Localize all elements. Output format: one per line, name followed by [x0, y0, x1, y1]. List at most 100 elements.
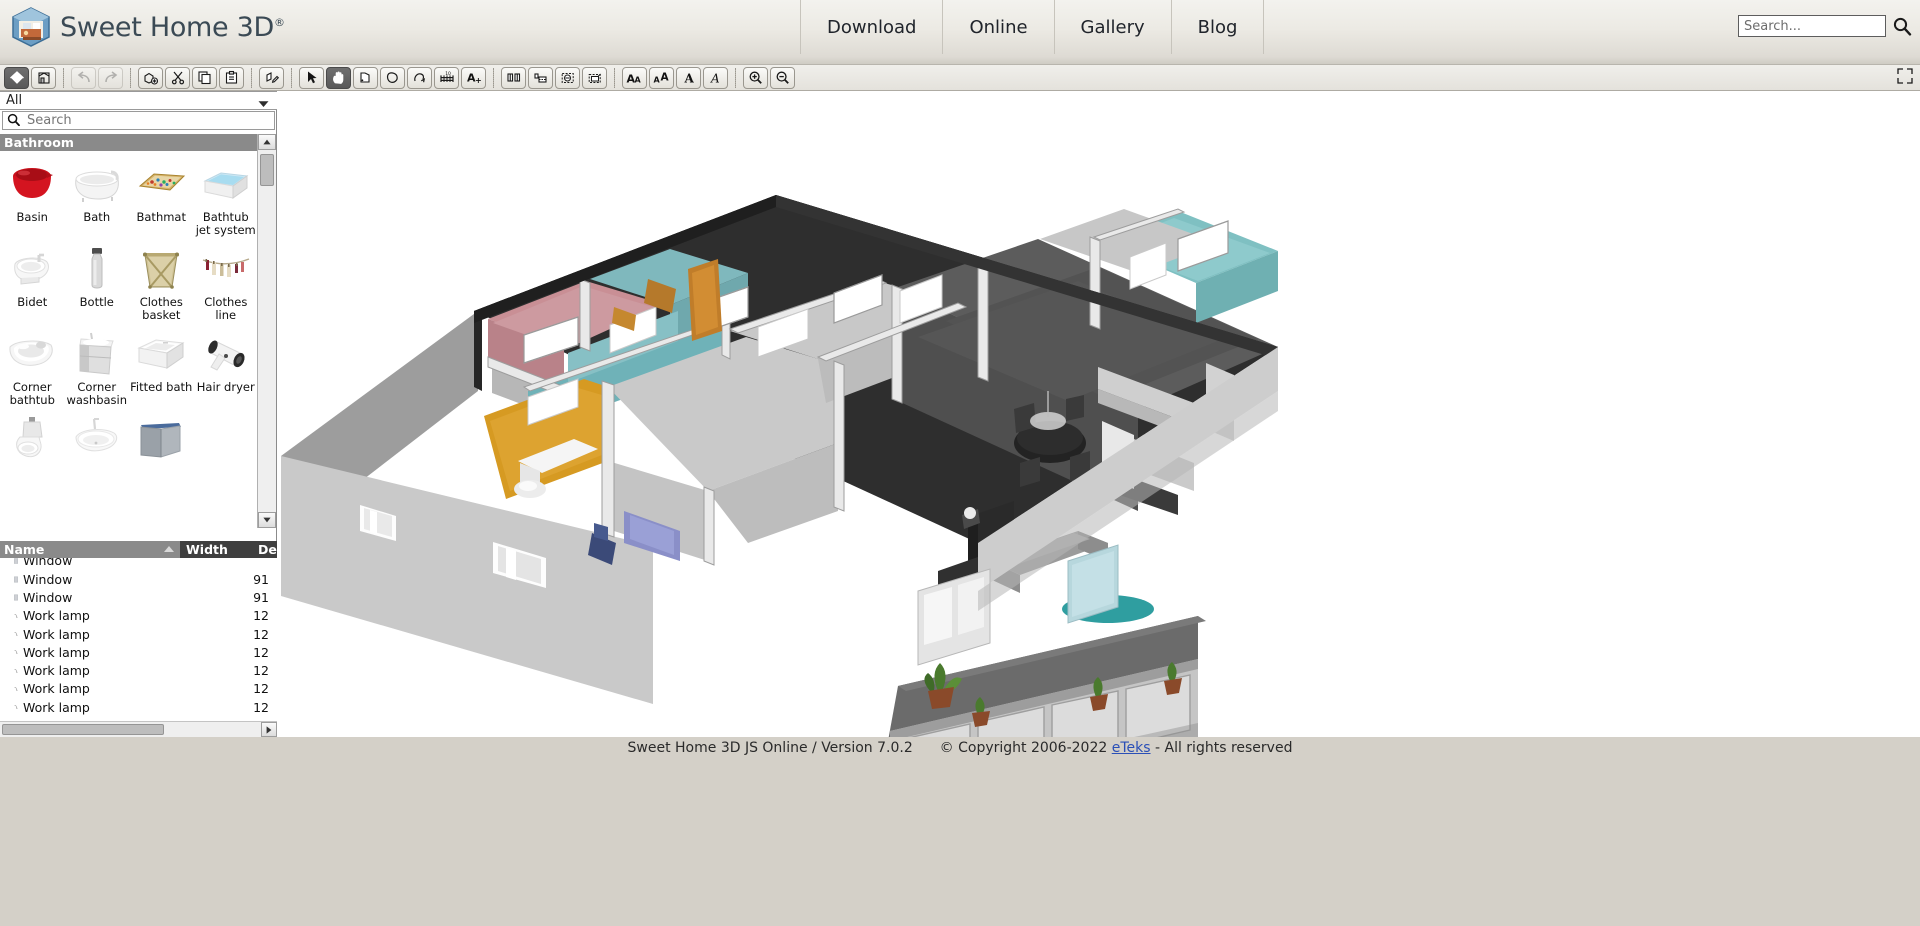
library-scroll-thumb[interactable] [260, 154, 274, 186]
aerial-view-button[interactable] [31, 67, 56, 89]
distribute-objects-button[interactable] [528, 67, 553, 89]
add-furniture-button[interactable] [138, 67, 163, 89]
create-dimensions-button[interactable]: 10 [434, 67, 459, 89]
nav-download[interactable]: Download [800, 0, 943, 54]
scroll-up-arrow-icon[interactable] [258, 134, 276, 150]
redo-button[interactable] [98, 67, 123, 89]
table-row[interactable]: Window 91 [0, 570, 277, 588]
library-item-cabinet[interactable] [129, 406, 194, 466]
brand[interactable]: Sweet Home 3D® [10, 6, 285, 48]
italic-text-button[interactable]: A [703, 67, 728, 89]
select-tool-button[interactable] [299, 67, 324, 89]
header-search [1738, 15, 1912, 37]
library-search-input[interactable] [25, 112, 255, 129]
pan-tool-button[interactable] [326, 67, 351, 89]
bidet-icon [4, 242, 60, 294]
column-header-width-label: Width [186, 542, 228, 557]
bottle-icon [69, 242, 125, 294]
add-text-button[interactable]: A + [461, 67, 486, 89]
category-select[interactable]: All [0, 91, 277, 110]
furniture-width: 12 [207, 645, 277, 660]
create-polyline-button[interactable] [407, 67, 432, 89]
create-walls-button[interactable] [353, 67, 378, 89]
corner-washbasin-icon [69, 327, 125, 379]
library-item-toilet[interactable] [0, 406, 65, 466]
align-objects-button[interactable] [501, 67, 526, 89]
nav-online[interactable]: Online [943, 0, 1054, 54]
furniture-horizontal-scrollbar[interactable] [0, 721, 277, 737]
toolbar-group-furniture-actions [258, 67, 285, 89]
column-header-depth[interactable]: De [258, 541, 277, 558]
library-item-bath[interactable]: Bath [65, 151, 130, 236]
library-item-basin[interactable]: Basin [0, 151, 65, 236]
home-3d-view[interactable] [278, 91, 1920, 737]
column-header-name[interactable]: Name [0, 541, 180, 558]
header-search-input[interactable] [1738, 15, 1886, 37]
column-header-name-label: Name [4, 542, 44, 557]
library-item-bottle[interactable]: Bottle [65, 236, 130, 321]
copyright-prefix: © Copyright 2006-2022 [940, 740, 1112, 756]
plan-view-button[interactable] [4, 67, 29, 89]
paste-button[interactable] [219, 67, 244, 89]
library-item-clothes-basket[interactable]: Clothes basket [129, 236, 194, 321]
chevron-down-icon [258, 97, 269, 112]
bold-text-button[interactable]: A [676, 67, 701, 89]
library-item-fitted-bath[interactable]: Fitted bath [129, 321, 194, 406]
library-item-bathmat[interactable]: Bathmat [129, 151, 194, 236]
decrease-text-size-button[interactable]: A A [649, 67, 674, 89]
library-item-label: Basin [0, 211, 64, 224]
table-row[interactable]: Window 91 [0, 588, 277, 606]
eteks-link[interactable]: eTeks [1112, 740, 1151, 756]
table-row[interactable]: Work lamp 12 [0, 698, 277, 716]
library-item-bidet[interactable]: Bidet [0, 236, 65, 321]
search-icon[interactable] [1892, 16, 1912, 36]
table-row[interactable]: Window [0, 558, 277, 570]
zoom-in-button[interactable] [743, 67, 768, 89]
lamp-icon [0, 610, 18, 622]
fullscreen-button[interactable] [1896, 67, 1914, 89]
scroll-down-arrow-icon[interactable] [258, 512, 276, 528]
zoom-out-button[interactable] [770, 67, 795, 89]
furniture-width: 91 [207, 572, 277, 587]
library-item-washbasin[interactable] [65, 406, 130, 466]
library-item-corner-washbasin[interactable]: Corner washbasin [65, 321, 130, 406]
cut-button[interactable] [165, 67, 190, 89]
library-item-bathtub-jet-system[interactable]: Bathtub jet system [194, 151, 259, 236]
sweet-home-3d-app: Sweet Home 3D® Download Online Gallery B… [0, 0, 1920, 926]
column-header-width[interactable]: Width [180, 541, 258, 558]
table-row[interactable]: Work lamp 12 [0, 680, 277, 698]
group-objects-button[interactable] [555, 67, 580, 89]
lamp-icon [0, 683, 18, 695]
svg-text:A: A [634, 75, 641, 84]
furniture-width: 12 [207, 700, 277, 715]
copyright-suffix: - All rights reserved [1151, 740, 1293, 756]
library-item-corner-bathtub[interactable]: Corner bathtub [0, 321, 65, 406]
modify-furniture-button[interactable] [259, 67, 284, 89]
table-row[interactable]: Work lamp 12 [0, 643, 277, 661]
library-section-header[interactable]: Bathroom [0, 134, 258, 151]
library-search[interactable] [2, 111, 275, 130]
svg-text:A: A [683, 71, 694, 85]
scroll-right-arrow-icon[interactable] [261, 722, 277, 737]
table-row[interactable]: Work lamp 12 [0, 661, 277, 679]
horizontal-scroll-thumb[interactable] [2, 724, 164, 735]
undo-button[interactable] [71, 67, 96, 89]
nav-gallery[interactable]: Gallery [1055, 0, 1172, 54]
library-scrollbar[interactable] [257, 134, 276, 528]
copy-button[interactable] [192, 67, 217, 89]
search-icon [7, 111, 20, 130]
window-icon [0, 561, 18, 567]
library-item-label: Hair dryer [194, 381, 258, 394]
table-row[interactable]: Work lamp 12 [0, 607, 277, 625]
table-row[interactable]: Work lamp 12 [0, 625, 277, 643]
library-item-clothes-line[interactable]: Clothes line [194, 236, 259, 321]
sort-ascending-icon [164, 546, 174, 552]
library-section-title: Bathroom [4, 135, 74, 150]
create-rooms-button[interactable] [380, 67, 405, 89]
library-item-label: Bathmat [129, 211, 193, 224]
ungroup-objects-button[interactable] [582, 67, 607, 89]
library-item-grid: Basin Bath [0, 151, 258, 528]
nav-blog[interactable]: Blog [1172, 0, 1265, 54]
increase-text-size-button[interactable]: A A [622, 67, 647, 89]
library-item-hair-dryer[interactable]: Hair dryer [194, 321, 259, 406]
